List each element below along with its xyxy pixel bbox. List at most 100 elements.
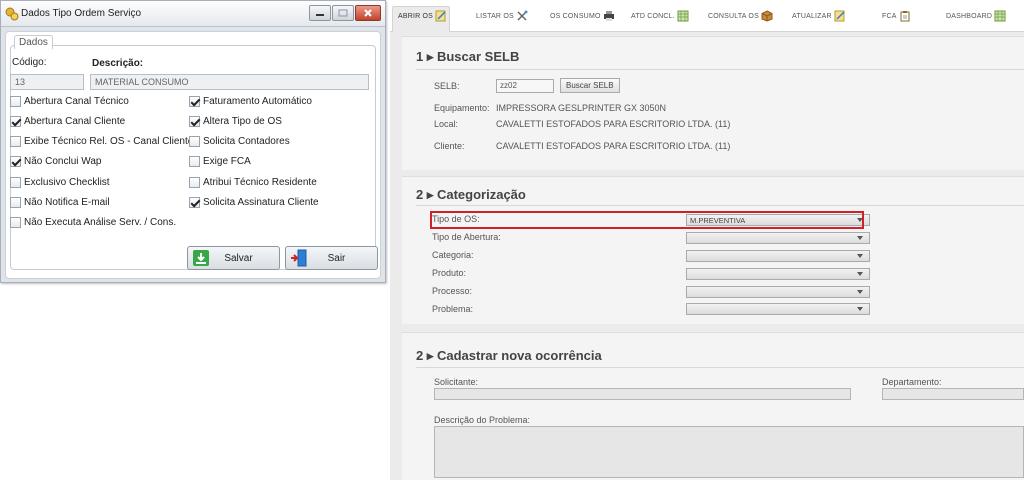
tipo-abertura-select[interactable] <box>686 232 870 244</box>
selb-input[interactable]: zz02 <box>496 79 554 93</box>
equipamento-value: IMPRESSORA GESLPRINTER GX 3050N <box>496 103 667 113</box>
checkbox-faturamento-automatico[interactable]: Faturamento Automático <box>189 96 312 107</box>
minimize-icon <box>316 14 324 16</box>
nav-label: ABRIR OS <box>398 12 434 20</box>
minimize-button[interactable] <box>309 5 331 21</box>
checkbox-exige-fca[interactable]: Exige FCA <box>189 156 251 167</box>
cliente-value: CAVALETTI ESTOFADOS PARA ESCRITORIO LTDA… <box>496 141 731 151</box>
exit-door-icon <box>291 249 307 267</box>
checkbox-solicita-assinatura-cliente[interactable]: Solicita Assinatura Cliente <box>189 197 319 208</box>
checkbox-box[interactable] <box>10 156 21 167</box>
checkbox-label: Não Conclui Wap <box>24 156 102 167</box>
edit-document-icon <box>834 10 845 22</box>
checkbox-label: Abertura Canal Cliente <box>24 116 126 127</box>
edit-document-icon <box>435 10 446 22</box>
close-icon <box>364 9 372 17</box>
top-navigation: ABRIR OS LISTAR OS OS CONSUMO ATD CONCL.… <box>390 0 1024 32</box>
exit-button[interactable]: Sair <box>285 246 378 270</box>
checkbox-label: Altera Tipo de OS <box>203 116 282 127</box>
codigo-field[interactable]: 13 <box>10 74 84 90</box>
checkbox-box[interactable] <box>10 197 21 208</box>
tipo-os-highlight-box <box>430 211 864 229</box>
checkbox-label: Não Executa Análise Serv. / Cons. <box>24 217 177 228</box>
checkbox-label: Exibe Técnico Rel. OS - Canal Cliente <box>24 136 194 147</box>
produto-label: Produto: <box>432 268 467 278</box>
checkbox-box[interactable] <box>189 177 200 188</box>
checkbox-box[interactable] <box>189 136 200 147</box>
spreadsheet-icon <box>677 10 689 22</box>
problema-select[interactable] <box>686 303 870 315</box>
checkbox-box[interactable] <box>189 197 200 208</box>
checkbox-box[interactable] <box>10 96 21 107</box>
buscar-selb-section: 1 ▸ Buscar SELB SELB: zz02 Buscar SELB E… <box>402 36 1024 170</box>
nav-listar-os[interactable]: LISTAR OS <box>476 8 528 24</box>
section-divider <box>416 367 1024 368</box>
checkbox-atribui-tecnico-residente[interactable]: Atribui Técnico Residente <box>189 177 317 188</box>
maximize-button[interactable] <box>332 5 354 21</box>
dialog-titlebar[interactable]: Dados Tipo Ordem Serviço <box>1 1 385 27</box>
local-label: Local: <box>434 119 459 129</box>
processo-select[interactable] <box>686 286 870 298</box>
nav-label: DASHBOARD <box>946 12 993 20</box>
exit-label: Sair <box>327 252 346 264</box>
checkbox-abertura-canal-tecnico[interactable]: Abertura Canal Técnico <box>10 96 129 107</box>
clipboard-icon <box>900 11 910 22</box>
buscar-selb-button[interactable]: Buscar SELB <box>560 78 620 93</box>
checkbox-nao-notifica-email[interactable]: Não Notifica E-mail <box>10 197 110 208</box>
checkbox-box[interactable] <box>10 177 21 188</box>
nav-label: OS CONSUMO <box>550 12 601 20</box>
nav-label: LISTAR OS <box>476 12 514 20</box>
save-button[interactable]: Salvar <box>187 246 280 270</box>
nav-fca[interactable]: FCA <box>882 8 911 24</box>
dialog-panel: Dados Código: Descrição: 13 MATERIAL CON… <box>5 31 381 279</box>
checkbox-box[interactable] <box>189 96 200 107</box>
descricao-problema-textarea[interactable] <box>434 426 1024 478</box>
categoria-select[interactable] <box>686 250 870 262</box>
checkbox-label: Solicita Contadores <box>203 136 290 147</box>
checkbox-label: Faturamento Automático <box>203 96 312 107</box>
app-icon <box>5 7 19 21</box>
solicitante-input[interactable] <box>434 388 851 400</box>
checkbox-nao-conclui-wap[interactable]: Não Conclui Wap <box>10 156 101 167</box>
nav-atualizar[interactable]: ATUALIZAR <box>792 8 846 24</box>
nav-abrir-os[interactable]: ABRIR OS <box>398 8 447 24</box>
save-label: Salvar <box>224 252 253 264</box>
solicitante-label: Solicitante: <box>434 377 479 387</box>
checkbox-box[interactable] <box>10 136 21 147</box>
maximize-icon <box>338 9 348 17</box>
checkbox-abertura-canal-cliente[interactable]: Abertura Canal Cliente <box>10 116 125 127</box>
checkbox-exibe-tecnico[interactable]: Exibe Técnico Rel. OS - Canal Cliente <box>10 136 193 147</box>
codigo-label: Código: <box>12 57 47 68</box>
checkbox-altera-tipo-os[interactable]: Altera Tipo de OS <box>189 116 282 127</box>
nav-atd-concl[interactable]: ATD CONCL. <box>631 8 689 24</box>
nav-os-consumo[interactable]: OS CONSUMO <box>550 8 615 24</box>
checkbox-box[interactable] <box>189 116 200 127</box>
checkbox-box[interactable] <box>10 116 21 127</box>
checkbox-box[interactable] <box>189 156 200 167</box>
checkbox-exclusivo-checklist[interactable]: Exclusivo Checklist <box>10 177 110 188</box>
ocorrencia-title: 2 ▸ Cadastrar nova ocorrência <box>416 348 602 363</box>
departamento-input[interactable] <box>882 388 1024 400</box>
descricao-label: Descrição: <box>92 58 144 69</box>
nav-consulta-os[interactable]: CONSULTA OS <box>708 8 773 24</box>
section-divider <box>416 69 1024 70</box>
dados-group-label: Dados <box>14 35 53 49</box>
problema-label: Problema: <box>432 304 474 314</box>
nav-dashboard[interactable]: DASHBOARD <box>946 8 1006 24</box>
local-value: CAVALETTI ESTOFADOS PARA ESCRITORIO LTDA… <box>496 119 731 129</box>
descricao-field[interactable]: MATERIAL CONSUMO <box>90 74 369 90</box>
nav-label: ATUALIZAR <box>792 12 832 20</box>
checkbox-label: Solicita Assinatura Cliente <box>203 197 319 208</box>
cliente-label: Cliente: <box>434 141 465 151</box>
nav-label: ATD CONCL. <box>631 12 675 20</box>
checkbox-label: Atribui Técnico Residente <box>203 177 317 188</box>
checkbox-solicita-contadores[interactable]: Solicita Contadores <box>189 136 290 147</box>
checkbox-label: Abertura Canal Técnico <box>24 96 129 107</box>
web-app: ABRIR OS LISTAR OS OS CONSUMO ATD CONCL.… <box>390 0 1024 480</box>
tools-icon <box>517 10 528 21</box>
processo-label: Processo: <box>432 286 473 296</box>
checkbox-box[interactable] <box>10 217 21 228</box>
close-button[interactable] <box>355 5 381 21</box>
checkbox-nao-executa-analise[interactable]: Não Executa Análise Serv. / Cons. <box>10 217 176 228</box>
produto-select[interactable] <box>686 268 870 280</box>
